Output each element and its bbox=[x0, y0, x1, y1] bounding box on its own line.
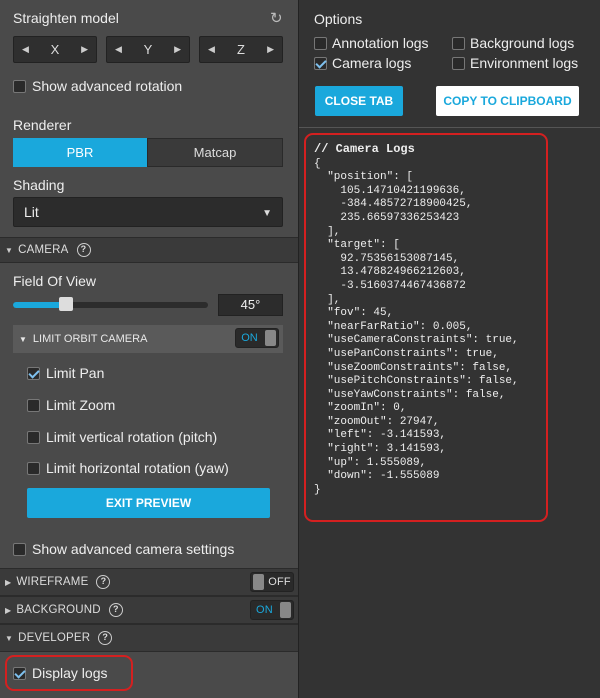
rotate-left-icon[interactable]: ◀ bbox=[22, 44, 29, 55]
toggle-knob bbox=[253, 574, 264, 590]
limit-pitch-label: Limit vertical rotation (pitch) bbox=[46, 429, 218, 445]
checkbox-box[interactable] bbox=[27, 366, 40, 380]
axis-y-control[interactable]: ◀ Y ▶ bbox=[106, 36, 190, 63]
renderer-option-pbr[interactable]: PBR bbox=[13, 138, 147, 167]
environment-logs-checkbox[interactable]: Environment logs bbox=[452, 55, 578, 71]
fov-slider[interactable] bbox=[13, 297, 208, 311]
axis-x-label: X bbox=[50, 42, 60, 57]
checkbox-box[interactable] bbox=[27, 430, 40, 444]
fov-slider-fill bbox=[13, 302, 66, 308]
wireframe-toggle[interactable]: OFF bbox=[250, 572, 294, 592]
camera-section-label: CAMERA bbox=[18, 244, 69, 256]
developer-section-header[interactable]: ▼ DEVELOPER ? bbox=[0, 624, 298, 652]
renderer-option-matcap[interactable]: Matcap bbox=[147, 138, 283, 167]
checkbox-box[interactable] bbox=[13, 542, 26, 556]
divider bbox=[299, 127, 600, 128]
help-icon[interactable]: ? bbox=[76, 243, 91, 257]
annotation-logs-checkbox[interactable]: Annotation logs bbox=[314, 35, 429, 51]
limit-zoom-label: Limit Zoom bbox=[46, 397, 116, 413]
checkbox-box[interactable] bbox=[27, 461, 40, 475]
axis-z-label: Z bbox=[237, 42, 245, 57]
shading-value: Lit bbox=[24, 204, 39, 220]
show-advanced-rotation-checkbox[interactable]: Show advanced rotation bbox=[13, 78, 182, 94]
expand-triangle-icon: ▶ bbox=[5, 605, 12, 615]
exit-preview-button[interactable]: EXIT PREVIEW bbox=[27, 488, 270, 518]
limit-orbit-toggle[interactable]: ON bbox=[235, 328, 279, 348]
show-advanced-camera-checkbox[interactable]: Show advanced camera settings bbox=[13, 541, 234, 557]
checkbox-box[interactable] bbox=[27, 398, 40, 412]
background-section-header[interactable]: ▶ BACKGROUND ? ON bbox=[0, 596, 298, 624]
collapse-triangle-icon: ▼ bbox=[5, 633, 14, 643]
toggle-knob bbox=[280, 602, 291, 618]
show-advanced-camera-label: Show advanced camera settings bbox=[32, 541, 235, 557]
limit-pan-checkbox[interactable]: Limit Pan bbox=[27, 365, 104, 381]
rotate-right-icon[interactable]: ▶ bbox=[81, 44, 88, 55]
limit-orbit-label: LIMIT ORBIT CAMERA bbox=[32, 333, 148, 345]
straighten-model-title: Straighten model bbox=[13, 10, 119, 26]
toggle-state: ON bbox=[241, 332, 258, 344]
background-logs-checkbox[interactable]: Background logs bbox=[452, 35, 574, 51]
renderer-title: Renderer bbox=[13, 117, 72, 133]
fov-slider-handle[interactable] bbox=[58, 297, 73, 311]
background-toggle[interactable]: ON bbox=[250, 600, 294, 620]
wireframe-section-label: WIREFRAME bbox=[16, 576, 89, 588]
limit-pitch-checkbox[interactable]: Limit vertical rotation (pitch) bbox=[27, 429, 217, 445]
options-title: Options bbox=[314, 11, 363, 27]
axis-x-control[interactable]: ◀ X ▶ bbox=[13, 36, 97, 63]
background-logs-label: Background logs bbox=[470, 35, 575, 51]
show-advanced-rotation-label: Show advanced rotation bbox=[32, 78, 183, 94]
limit-pan-label: Limit Pan bbox=[46, 365, 105, 381]
checkbox-box[interactable] bbox=[452, 36, 465, 50]
help-icon[interactable]: ? bbox=[108, 603, 123, 617]
rotate-left-icon[interactable]: ◀ bbox=[115, 44, 122, 55]
help-icon[interactable]: ? bbox=[96, 575, 111, 589]
camera-log-highlight bbox=[304, 133, 548, 522]
expand-triangle-icon: ▶ bbox=[5, 577, 12, 587]
copy-to-clipboard-button[interactable]: COPY TO CLIPBOARD bbox=[436, 86, 579, 116]
left-settings-panel: Straighten model ↻ ◀ X ▶ ◀ Y ▶ ◀ Z ▶ Sho… bbox=[0, 0, 298, 698]
fov-value-input[interactable]: 45° bbox=[218, 294, 283, 316]
toggle-state: ON bbox=[256, 604, 273, 616]
fov-title: Field Of View bbox=[13, 273, 96, 289]
annotation-logs-label: Annotation logs bbox=[332, 35, 429, 51]
reset-rotation-icon[interactable]: ↻ bbox=[270, 9, 283, 27]
shading-select[interactable]: Lit ▼ bbox=[13, 197, 283, 227]
help-icon[interactable]: ? bbox=[98, 631, 113, 645]
checkbox-box[interactable] bbox=[452, 56, 465, 70]
checkbox-box[interactable] bbox=[314, 56, 327, 70]
background-section-label: BACKGROUND bbox=[16, 604, 101, 616]
rotate-right-icon[interactable]: ▶ bbox=[174, 44, 181, 55]
shading-title: Shading bbox=[13, 177, 65, 193]
axis-z-control[interactable]: ◀ Z ▶ bbox=[199, 36, 283, 63]
checkbox-box[interactable] bbox=[314, 36, 327, 50]
wireframe-section-header[interactable]: ▶ WIREFRAME ? OFF bbox=[0, 568, 298, 596]
renderer-segmented-control: PBR Matcap bbox=[13, 138, 283, 167]
collapse-triangle-icon: ▼ bbox=[19, 334, 27, 344]
toggle-knob bbox=[265, 330, 276, 346]
axis-y-label: Y bbox=[143, 42, 153, 57]
limit-yaw-label: Limit horizontal rotation (yaw) bbox=[46, 460, 229, 476]
rotate-right-icon[interactable]: ▶ bbox=[267, 44, 274, 55]
camera-logs-label: Camera logs bbox=[332, 55, 412, 71]
toggle-state: OFF bbox=[268, 576, 291, 588]
limit-yaw-checkbox[interactable]: Limit horizontal rotation (yaw) bbox=[27, 460, 229, 476]
checkbox-box[interactable] bbox=[13, 79, 26, 93]
logs-panel: Options Annotation logs Background logs … bbox=[298, 0, 600, 698]
developer-section-label: DEVELOPER bbox=[18, 632, 91, 644]
camera-section-header[interactable]: ▼ CAMERA ? bbox=[0, 237, 298, 263]
close-tab-button[interactable]: CLOSE TAB bbox=[315, 86, 403, 116]
collapse-triangle-icon: ▼ bbox=[5, 245, 14, 255]
rotate-left-icon[interactable]: ◀ bbox=[208, 44, 215, 55]
chevron-down-icon: ▼ bbox=[262, 208, 272, 219]
camera-logs-checkbox[interactable]: Camera logs bbox=[314, 55, 411, 71]
limit-orbit-camera-header[interactable]: ▼ LIMIT ORBIT CAMERA ON bbox=[13, 325, 283, 353]
display-logs-highlight bbox=[5, 655, 133, 691]
environment-logs-label: Environment logs bbox=[470, 55, 579, 71]
limit-zoom-checkbox[interactable]: Limit Zoom bbox=[27, 397, 115, 413]
